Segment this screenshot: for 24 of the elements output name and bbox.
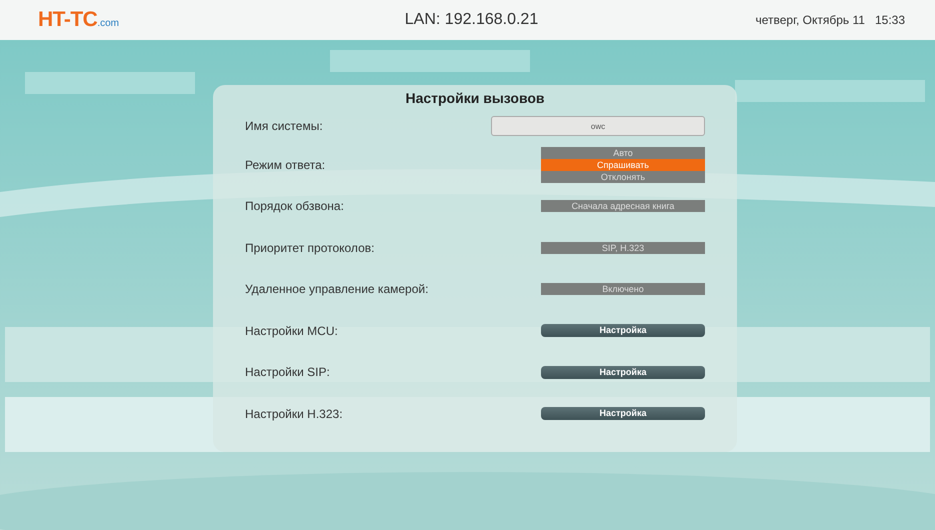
setting-label: Приоритет протоколов: xyxy=(245,240,374,255)
setting-label: Удаленное управление камерой: xyxy=(245,282,428,296)
setting-label: Имя системы: xyxy=(245,119,323,133)
time-text: 15:33 xyxy=(874,13,905,27)
setting-label: Порядок обзвона: xyxy=(245,199,344,214)
list-option[interactable]: Спрашивать xyxy=(541,158,705,171)
list-option[interactable]: Авто xyxy=(541,146,705,159)
setup-button[interactable]: Настройка xyxy=(541,407,705,420)
setup-button[interactable]: Настройка xyxy=(541,324,705,338)
logo: HT-TC xyxy=(38,8,98,32)
input-field[interactable]: owc xyxy=(491,116,705,136)
setting-label: Настройки MCU: xyxy=(245,324,338,338)
setting-label: Настройки H.323: xyxy=(245,406,343,421)
value-selector[interactable]: Сначала адресная книга xyxy=(541,200,705,212)
panel-title: Настройки вызовов xyxy=(404,89,546,108)
value-selector[interactable]: Включено xyxy=(541,283,705,296)
setting-label: Настройки SIP: xyxy=(245,365,330,380)
date-text: четверг, Октябрь 11 xyxy=(755,13,865,27)
setup-button[interactable]: Настройка xyxy=(541,366,705,379)
setting-label: Режим ответа: xyxy=(245,158,326,172)
value-selector[interactable]: SIP, H.323 xyxy=(541,242,705,254)
list-option[interactable]: Отклонять xyxy=(541,170,705,183)
logo-suffix: .com xyxy=(97,18,119,29)
network-address: LAN: 192.168.0.21 xyxy=(404,11,538,29)
